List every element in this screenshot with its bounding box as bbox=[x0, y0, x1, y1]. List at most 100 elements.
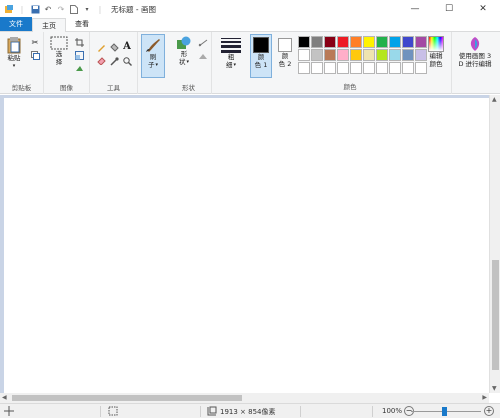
select-button[interactable]: 选 择 bbox=[49, 36, 69, 66]
size-button[interactable]: 粗 细 ▾ bbox=[218, 37, 244, 69]
crop-icon[interactable] bbox=[74, 37, 84, 47]
edit-with-paint-3d-button[interactable]: 使用画图 3 D 进行编辑 bbox=[454, 36, 496, 68]
color-swatch[interactable] bbox=[363, 62, 375, 74]
shapes-group-label: 形状 bbox=[182, 84, 195, 92]
close-button[interactable]: ✕ bbox=[466, 0, 500, 18]
color-swatch[interactable] bbox=[402, 49, 414, 61]
zoom-in-icon[interactable]: + bbox=[484, 406, 494, 416]
color-swatch[interactable] bbox=[350, 49, 362, 61]
scroll-left-icon[interactable]: ◀ bbox=[2, 394, 7, 401]
fill-icon[interactable] bbox=[198, 51, 208, 61]
color-swatch[interactable] bbox=[389, 62, 401, 74]
new-file-icon[interactable] bbox=[69, 4, 79, 14]
horizontal-scroll-thumb[interactable] bbox=[12, 395, 242, 401]
maximize-button[interactable]: ☐ bbox=[432, 0, 466, 18]
selection-size-icon bbox=[108, 406, 118, 418]
paint-3d-label-2: D 进行编辑 bbox=[458, 60, 492, 68]
window-title: 无标题 - 画图 bbox=[111, 4, 156, 14]
minimize-button[interactable]: — bbox=[398, 0, 432, 18]
color-swatch[interactable] bbox=[337, 36, 349, 48]
redo-icon[interactable]: ↷ bbox=[56, 4, 66, 14]
edit-colors-label-1: 编辑 bbox=[429, 52, 443, 60]
image-group: 选 择 图像 bbox=[44, 32, 90, 94]
paint-3d-label-1: 使用画图 3 bbox=[458, 52, 492, 60]
edit-colors-button[interactable]: 编辑 颜色 bbox=[426, 36, 446, 68]
color-swatch[interactable] bbox=[337, 62, 349, 74]
text-tool-icon[interactable]: A bbox=[122, 41, 132, 52]
scroll-up-icon[interactable]: ▲ bbox=[492, 96, 497, 103]
color-swatch[interactable] bbox=[311, 36, 323, 48]
color-2-label-2: 色 2 bbox=[278, 60, 292, 68]
color-swatch[interactable] bbox=[402, 62, 414, 74]
chevron-down-icon: ▾ bbox=[155, 62, 158, 68]
scroll-right-icon[interactable]: ▶ bbox=[482, 394, 487, 401]
color-swatch[interactable] bbox=[376, 62, 388, 74]
color-swatch[interactable] bbox=[363, 36, 375, 48]
color-swatch[interactable] bbox=[324, 62, 336, 74]
color-swatch[interactable] bbox=[389, 49, 401, 61]
color-1-label-1: 颜 bbox=[257, 53, 265, 61]
zoom-slider-thumb[interactable] bbox=[442, 407, 447, 416]
paste-icon bbox=[7, 37, 21, 54]
scroll-down-icon[interactable]: ▼ bbox=[492, 385, 497, 392]
vertical-scrollbar[interactable]: ▲ ▼ bbox=[489, 95, 500, 393]
edit-colors-label-2: 颜色 bbox=[429, 60, 443, 68]
color-swatch[interactable] bbox=[350, 62, 362, 74]
color-swatch[interactable] bbox=[350, 36, 362, 48]
tools-group: A 工具 bbox=[90, 32, 138, 94]
paste-label: 粘贴 bbox=[7, 54, 21, 62]
window-controls: — ☐ ✕ bbox=[398, 0, 500, 18]
color-swatch[interactable] bbox=[363, 49, 375, 61]
vertical-scroll-thumb[interactable] bbox=[492, 260, 499, 370]
select-label-2: 择 bbox=[55, 58, 63, 66]
outline-icon[interactable] bbox=[198, 38, 208, 48]
magnifier-icon[interactable] bbox=[122, 56, 132, 66]
color-swatch[interactable] bbox=[389, 36, 401, 48]
color-swatch[interactable] bbox=[298, 36, 310, 48]
brushes-label-2: 子 bbox=[147, 61, 155, 69]
brushes-button[interactable]: 刷 子 ▾ bbox=[141, 34, 165, 78]
horizontal-scrollbar[interactable]: ◀ ▶ bbox=[0, 393, 489, 403]
eraser-icon[interactable] bbox=[96, 56, 106, 66]
color-swatch[interactable] bbox=[311, 49, 323, 61]
paste-button[interactable]: 粘贴 ▾ bbox=[4, 36, 24, 70]
color-swatch[interactable] bbox=[298, 49, 310, 61]
fill-bucket-icon[interactable] bbox=[109, 42, 119, 52]
customize-dropdown-icon[interactable]: ▾ bbox=[82, 4, 92, 14]
shapes-group: 形 状 ▾ 形状 bbox=[166, 32, 212, 94]
copy-icon[interactable] bbox=[30, 50, 40, 60]
tools-group-label: 工具 bbox=[107, 84, 120, 92]
undo-icon[interactable]: ↶ bbox=[43, 4, 53, 14]
tab-view[interactable]: 查看 bbox=[66, 17, 98, 31]
cut-icon[interactable]: ✂ bbox=[30, 37, 40, 47]
canvas-dimensions: 1913 × 854像素 bbox=[220, 408, 276, 416]
chevron-down-icon: ▾ bbox=[12, 63, 16, 69]
color-swatch[interactable] bbox=[311, 62, 323, 74]
pencil-icon[interactable] bbox=[96, 42, 106, 52]
color-palette bbox=[298, 36, 428, 75]
color-swatch[interactable] bbox=[324, 49, 336, 61]
color-swatch[interactable] bbox=[376, 36, 388, 48]
color-swatch[interactable] bbox=[298, 62, 310, 74]
color-swatch[interactable] bbox=[376, 49, 388, 61]
canvas-area bbox=[0, 95, 489, 393]
color-1-button[interactable]: 颜 色 1 bbox=[250, 34, 272, 78]
paint-3d-icon bbox=[470, 37, 480, 51]
resize-icon[interactable] bbox=[74, 50, 84, 60]
drawing-canvas[interactable] bbox=[4, 98, 489, 393]
separator-icon: | bbox=[20, 4, 24, 14]
line-size-icon bbox=[221, 38, 241, 53]
shapes-icon bbox=[177, 36, 191, 49]
rotate-icon[interactable] bbox=[74, 63, 84, 73]
save-icon[interactable] bbox=[30, 4, 40, 14]
color-swatch[interactable] bbox=[324, 36, 336, 48]
color-picker-icon[interactable] bbox=[109, 56, 119, 66]
tab-home[interactable]: 主页 bbox=[32, 18, 66, 32]
cursor-position-icon bbox=[4, 406, 14, 418]
colors-group-label: 颜色 bbox=[343, 83, 357, 91]
shapes-button[interactable]: 形 状 ▾ bbox=[174, 36, 194, 66]
tab-file[interactable]: 文件 bbox=[0, 17, 32, 31]
color-2-button[interactable]: 颜 色 2 bbox=[275, 36, 295, 68]
color-swatch[interactable] bbox=[402, 36, 414, 48]
color-swatch[interactable] bbox=[337, 49, 349, 61]
